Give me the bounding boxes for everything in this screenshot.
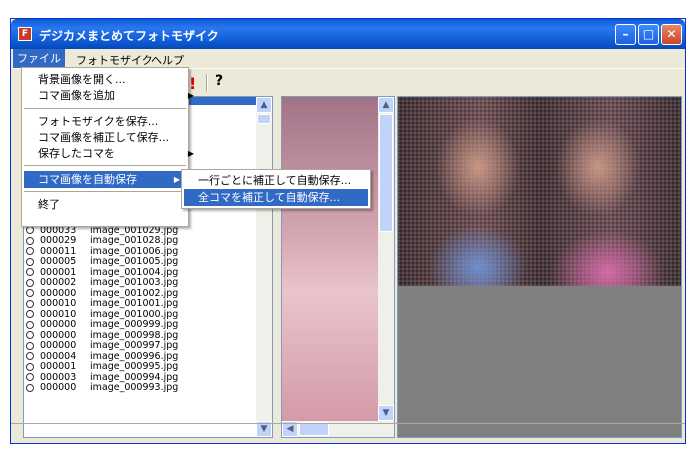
radio-icon[interactable] [26,257,34,266]
menu-item-save-mosaic[interactable]: フォトモザイクを保存... [24,113,200,130]
radio-icon[interactable] [26,352,34,360]
menu-help[interactable]: ヘルプ [151,52,184,68]
radio-icon[interactable] [26,268,34,276]
menu-item-add-tiles[interactable]: コマ画像を追加 ▶ [24,87,200,104]
menu-separator [24,165,186,166]
radio-icon[interactable] [26,320,34,329]
tile-preview-pane[interactable]: ▲ ▼ ◀ [281,96,395,438]
tile-filename: image_001000.jpg [90,308,179,320]
submenu-arrow-icon: ▶ [173,175,180,184]
mosaic-image-pane [397,96,682,438]
menu-item-open-background[interactable]: 背景画像を開く... [24,71,200,88]
preview-vertical-scrollbar[interactable]: ▲ ▼ [378,97,394,437]
scroll-thumb[interactable] [257,114,271,124]
minimize-button[interactable]: – [615,24,636,45]
radio-icon[interactable] [26,331,34,339]
menu-file[interactable]: ファイル [13,49,65,68]
toolbar-separator [206,74,208,92]
radio-icon[interactable] [26,310,34,318]
tile-count: 000005 [40,256,77,267]
tile-filename: image_001006.jpg [90,245,179,257]
radio-icon[interactable] [26,299,34,308]
submenu-item-auto-save-per-row[interactable]: 一行ごとに補正して自動保存... [184,172,368,189]
scroll-up-button[interactable]: ▲ [256,97,272,113]
menu-separator [24,108,186,109]
tile-preview-image [282,97,378,421]
tile-count: 000000 [40,382,77,393]
tile-count: 000000 [40,319,77,330]
preview-scroll-up-button[interactable]: ▲ [378,97,394,113]
close-button[interactable]: ✕ [661,24,682,45]
tile-filename: image_000995.jpg [90,361,179,372]
tile-filename: image_000996.jpg [90,350,179,362]
submenu-arrow-icon: ▶ [187,149,194,158]
preview-scroll-thumb[interactable] [379,114,393,232]
radio-icon[interactable] [26,278,34,287]
tile-filename: image_001001.jpg [90,298,179,309]
help-icon[interactable]: ? [215,73,223,89]
tile-filename: image_001002.jpg [90,287,179,299]
window-title: デジカメまとめてフォトモザイク [39,29,219,43]
radio-icon[interactable] [26,247,34,255]
tile-filename: image_001005.jpg [90,256,179,267]
radio-icon[interactable] [26,341,34,350]
status-bar [11,423,685,444]
tile-count: 000000 [40,340,77,351]
image-list: 000001image_001030.jpg000033image_001029… [26,214,179,394]
tile-filename: image_000993.jpg [90,382,179,393]
menu-item-save-corrected-tiles[interactable]: コマ画像を補正して保存... [24,129,200,146]
maximize-button[interactable]: □ [638,24,659,45]
menu-bar: ファイル フォトモザイク ヘルプ [11,49,685,68]
photo-mosaic-image [398,97,681,286]
radio-icon[interactable] [26,383,34,392]
menu-item-auto-save-tiles[interactable]: コマ画像を自動保存 ▶ [24,171,186,188]
tile-filename: image_000994.jpg [90,371,179,383]
submenu-arrow-icon: ▶ [187,91,194,100]
list-vertical-scrollbar[interactable]: ▲ ▼ [256,97,272,437]
tile-filename: image_001028.jpg [90,235,179,246]
list-item[interactable]: 000000 image_000993.jpg [26,382,179,394]
app-window: F デジカメまとめてフォトモザイク – □ ✕ ファイル フォトモザイク ヘルプ… [10,18,686,444]
radio-icon[interactable] [26,362,34,371]
preview-scroll-down-button[interactable]: ▼ [378,405,394,421]
radio-icon[interactable] [26,236,34,245]
tile-count: 000001 [40,361,77,372]
tile-filename: image_001004.jpg [90,266,179,278]
submenu-item-auto-save-all[interactable]: 全コマを補正して自動保存... [184,189,368,206]
tile-count: 000029 [40,235,77,246]
radio-icon[interactable] [26,226,34,234]
tile-filename: image_000999.jpg [90,319,179,330]
menu-photomosaic[interactable]: フォトモザイク [76,52,153,68]
tile-filename: image_000998.jpg [90,329,179,341]
menu-item-exit[interactable]: 終了 [24,196,200,213]
radio-icon[interactable] [26,289,34,297]
menu-separator [24,191,186,192]
tile-filename: image_001003.jpg [90,277,179,288]
radio-icon[interactable] [26,373,34,381]
app-icon: F [18,27,32,41]
tile-count: 000010 [40,298,77,309]
tile-filename: image_000997.jpg [90,340,179,351]
title-bar[interactable]: F デジカメまとめてフォトモザイク – □ ✕ [11,19,685,49]
tile-count: 000002 [40,277,77,288]
file-dropdown-menu: 背景画像を開く... コマ画像を追加 ▶ フォトモザイクを保存... コマ画像を補… [21,67,194,227]
auto-save-submenu: 一行ごとに補正して自動保存... 全コマを補正して自動保存... [181,169,371,209]
menu-item-saved-tiles[interactable]: 保存したコマを ▶ [24,145,200,162]
